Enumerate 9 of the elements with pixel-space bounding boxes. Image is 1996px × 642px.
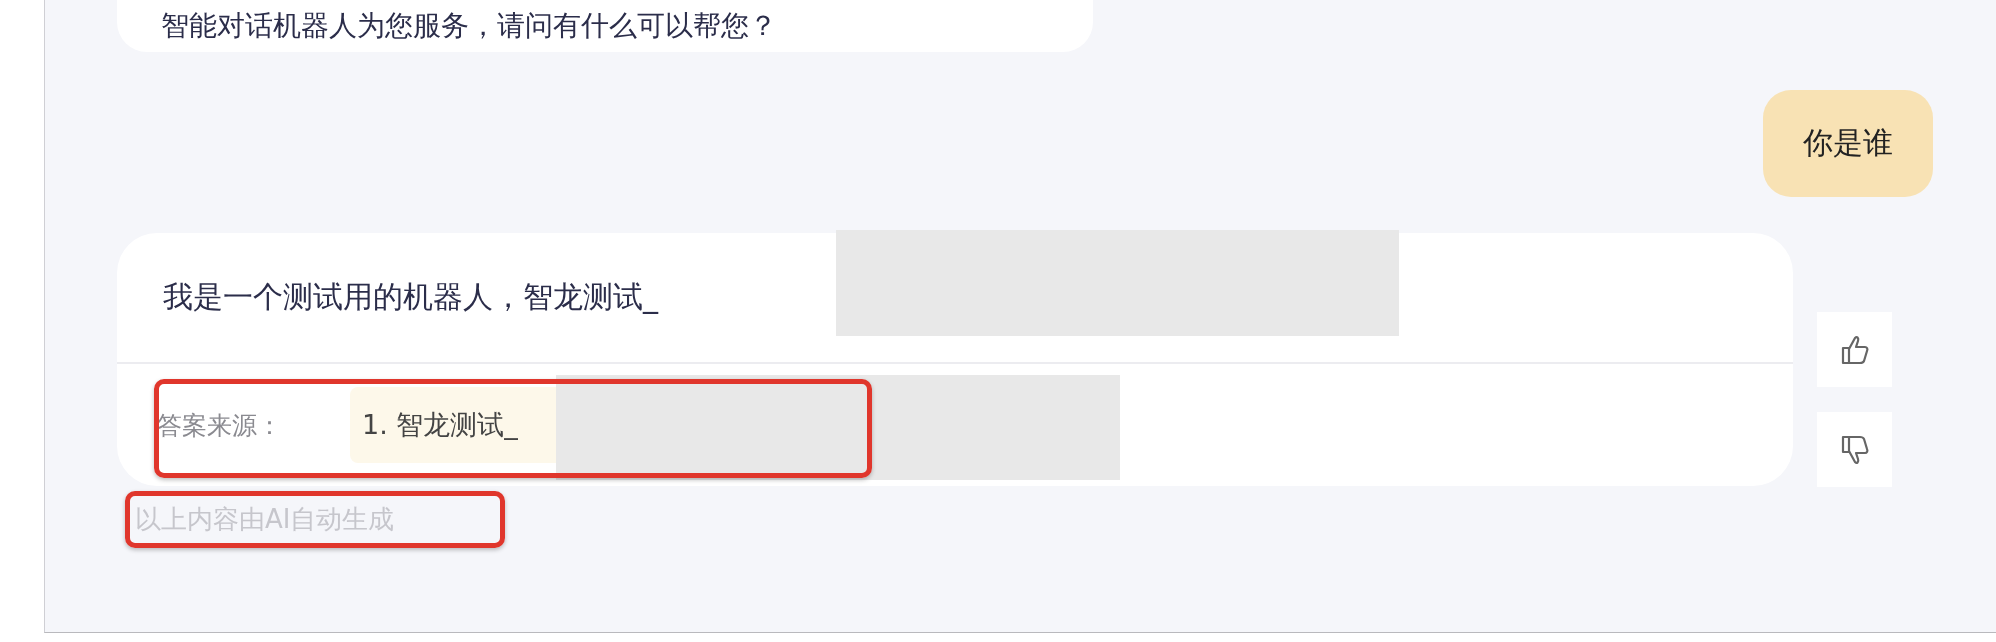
source-link[interactable]: 1. 智龙测试_ [350,387,556,463]
thumbs-down-button[interactable] [1817,412,1892,487]
thumbs-up-icon [1839,333,1870,366]
source-label: 答案来源： [157,409,283,442]
thumbs-up-button[interactable] [1817,312,1892,387]
thumbs-down-icon [1839,433,1870,466]
answer-text: 我是一个测试用的机器人，智龙测试_ [163,278,658,316]
user-message-text: 你是谁 [1803,124,1893,162]
bot-message-text: 智能对话机器人为您服务，请问有什么可以帮您？ [161,12,777,40]
